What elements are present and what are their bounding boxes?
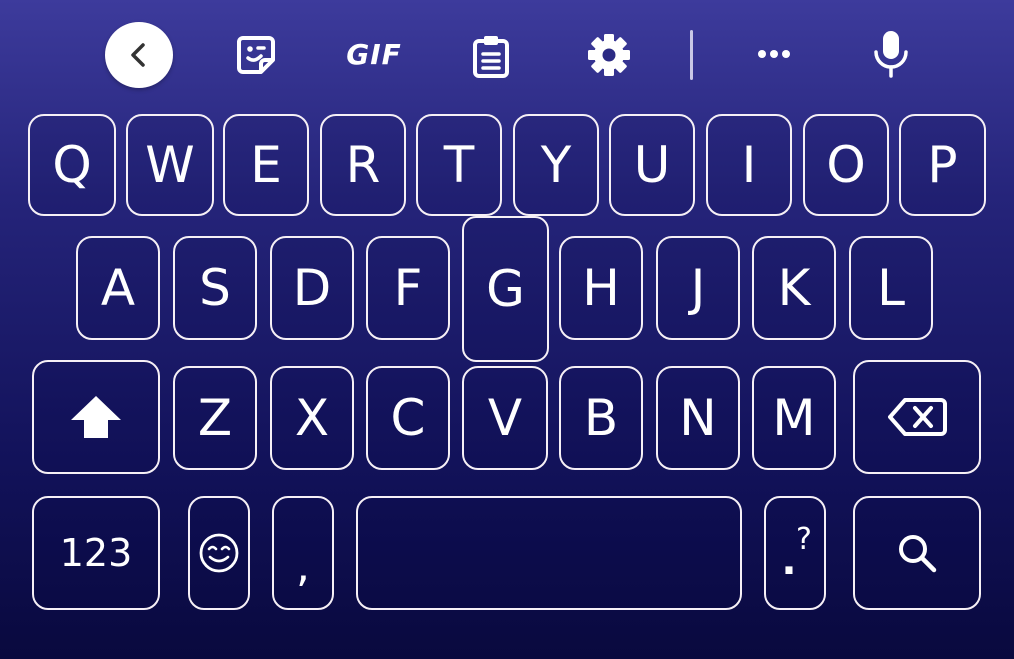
clipboard-icon (473, 36, 509, 78)
key-e[interactable]: E (223, 114, 309, 216)
key-p[interactable]: P (899, 114, 986, 216)
microphone-icon (874, 31, 908, 78)
key-label: K (777, 259, 811, 317)
key-d[interactable]: D (270, 236, 354, 340)
numbers-key-label: 123 (59, 531, 133, 575)
key-a[interactable]: A (76, 236, 160, 340)
key-n[interactable]: N (656, 366, 740, 470)
key-k[interactable]: K (752, 236, 836, 340)
key-label: Z (197, 389, 233, 447)
key-label: J (690, 259, 706, 317)
key-label: F (393, 259, 423, 317)
gif-label: GIF (346, 37, 402, 71)
key-label: H (582, 259, 620, 317)
key-w[interactable]: W (126, 114, 214, 216)
backspace-key[interactable] (853, 360, 981, 474)
key-label: I (741, 136, 757, 194)
space-key[interactable] (356, 496, 742, 610)
key-q[interactable]: Q (28, 114, 116, 216)
settings-button[interactable] (585, 31, 633, 79)
clipboard-button[interactable] (470, 33, 512, 79)
key-label: A (100, 259, 136, 317)
key-label: B (583, 389, 619, 447)
key-y[interactable]: Y (513, 114, 599, 216)
key-r[interactable]: R (320, 114, 406, 216)
backspace-icon (888, 398, 947, 436)
keyboard: G I F Q W E R T Y U I O P A S D F G H J K … (0, 0, 1014, 659)
key-g-pressed[interactable]: G (462, 216, 549, 362)
key-h[interactable]: H (559, 236, 643, 340)
key-o[interactable]: O (803, 114, 889, 216)
key-label: R (345, 136, 381, 194)
shift-icon (71, 396, 121, 438)
sticker-icon (237, 36, 275, 74)
gif-button[interactable]: GIF (343, 36, 405, 72)
sticker-button[interactable] (234, 33, 278, 77)
key-label: W (145, 136, 195, 194)
more-button[interactable] (752, 42, 796, 66)
key-m[interactable]: M (752, 366, 836, 470)
key-label: N (679, 389, 717, 447)
emoji-key[interactable] (188, 496, 250, 610)
key-label: V (487, 389, 523, 447)
key-s[interactable]: S (173, 236, 257, 340)
comma-key[interactable]: , (272, 496, 334, 610)
key-label: T (443, 136, 475, 194)
key-f[interactable]: F (366, 236, 450, 340)
key-t[interactable]: T (416, 114, 502, 216)
key-label: S (199, 259, 231, 317)
key-j[interactable]: J (656, 236, 740, 340)
key-label: C (390, 389, 426, 447)
comma-key-label: , (296, 541, 310, 592)
key-label: G (486, 260, 525, 318)
period-key[interactable]: ? . (764, 496, 826, 610)
toolbar-divider (690, 30, 693, 80)
key-c[interactable]: C (366, 366, 450, 470)
search-icon (899, 535, 937, 573)
gear-icon (588, 34, 630, 76)
key-x[interactable]: X (270, 366, 354, 470)
key-label: O (826, 136, 866, 194)
search-key[interactable] (853, 496, 981, 610)
more-icon (758, 50, 790, 58)
key-label: Y (540, 136, 572, 194)
chevron-left-icon (131, 43, 145, 67)
key-v[interactable]: V (462, 366, 548, 470)
key-label: M (772, 389, 816, 447)
key-b[interactable]: B (559, 366, 643, 470)
numbers-key[interactable]: 123 (32, 496, 160, 610)
key-i[interactable]: I (706, 114, 792, 216)
key-label: L (877, 259, 905, 317)
key-label: D (292, 259, 332, 317)
key-u[interactable]: U (609, 114, 695, 216)
key-label: E (250, 136, 282, 194)
key-label: U (633, 136, 671, 194)
key-z[interactable]: Z (173, 366, 257, 470)
key-label: Q (52, 136, 92, 194)
shift-key[interactable] (32, 360, 160, 474)
period-key-alt-label: ? (796, 522, 812, 557)
back-button[interactable] (105, 22, 173, 88)
key-label: P (927, 136, 958, 194)
period-key-label: . (781, 538, 797, 584)
voice-input-button[interactable] (870, 28, 912, 80)
key-l[interactable]: L (849, 236, 933, 340)
key-label: X (294, 389, 330, 447)
emoji-icon (199, 533, 239, 573)
